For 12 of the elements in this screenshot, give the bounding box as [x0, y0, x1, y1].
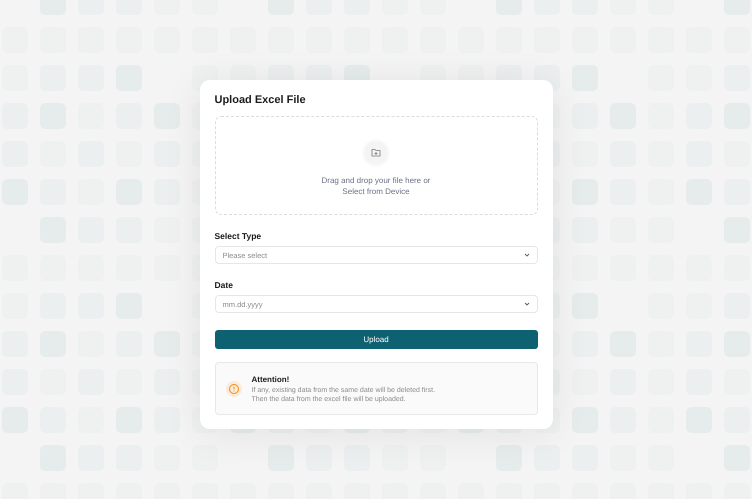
dialog-title: Upload Excel File [214, 94, 307, 106]
field-label: Date [214, 280, 234, 290]
chevron-down-icon [524, 302, 530, 306]
upload-button[interactable]: Upload [214, 330, 538, 349]
field-label: Select Type [214, 231, 262, 241]
dropzone-prompt: Drag and drop your file here or [322, 174, 430, 186]
dropzone[interactable]: Drag and drop your file here or Select from Device [214, 116, 538, 215]
info-icon [226, 380, 242, 396]
chevron-down-icon [524, 253, 530, 257]
select-from-device-link[interactable]: Select from Device [342, 186, 410, 196]
notice-title: Attention! [252, 374, 290, 384]
folder-plus-icon [364, 140, 388, 164]
